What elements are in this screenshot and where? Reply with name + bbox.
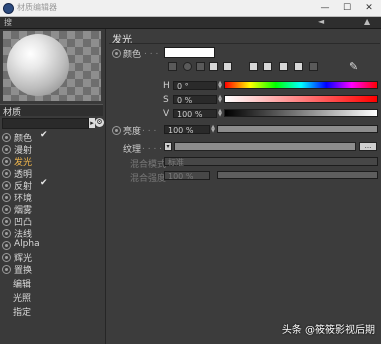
brightness-label-dots: . . . [142,124,157,134]
color-options-icon[interactable] [294,62,303,71]
saturation-stepper-icon[interactable]: ▲ ▼ [217,95,223,104]
color-rgb-icon[interactable] [209,62,218,71]
channel-transparency[interactable]: 透明 [2,167,102,180]
value-label: V [163,109,170,119]
color-label-dots: . . . [144,47,159,57]
channel-fog[interactable]: 烟雾 [2,203,102,216]
channel-displacement[interactable]: 置换 [2,263,102,276]
preview-sphere [7,34,69,96]
channel-enable-dot-icon[interactable] [2,229,11,238]
nav-back-icon[interactable]: ◄ [318,17,324,26]
material-preview[interactable] [3,31,101,101]
channel-enable-dot-icon[interactable] [2,181,11,190]
color-picture-icon[interactable] [196,62,205,71]
brightness-slider[interactable] [217,125,378,133]
window-title: 材质编辑器 [17,3,57,12]
blend-strength-slider[interactable] [217,171,378,179]
texture-slot[interactable] [174,142,356,151]
material-name-header: 材质 [0,104,103,118]
channel-enable-dot-icon[interactable] [2,145,11,154]
channel-environment[interactable]: 环境 [2,191,102,204]
section-divider [109,43,380,44]
channel-reflectance[interactable]: 反射 ✔ [2,178,102,192]
texture-browse-button[interactable]: ... [359,142,377,151]
channel-enable-dot-icon[interactable] [2,253,11,262]
eyedropper-icon[interactable]: ✎ [349,60,358,73]
saturation-input[interactable]: 0 % [173,95,217,105]
channel-checkmark-icon[interactable]: ✔ [40,130,48,140]
value-input[interactable]: 100 % [173,109,217,119]
channel-alpha[interactable]: Alpha [2,239,102,251]
hue-stepper-icon[interactable]: ▲ ▼ [217,81,223,90]
watermark: 头条 @筱筱影视后期 [281,325,375,336]
menu-bar: 搜 ◄ ▲ [0,17,381,29]
value-stepper-icon[interactable]: ▲ ▼ [217,109,223,118]
color-swatch[interactable] [164,47,215,58]
brightness-stepper-icon[interactable]: ▲ ▼ [210,125,216,134]
maximize-button[interactable]: ☐ [336,0,358,16]
blend-mode-label: 混合模式 [130,160,167,170]
channel-enable-dot-icon[interactable] [2,133,11,142]
color-wheel-icon[interactable] [168,62,177,71]
hue-slider[interactable] [224,81,378,89]
cinema4d-logo-icon [3,3,14,14]
blend-strength-label: 混合强度 [130,174,167,184]
value-slider[interactable] [224,109,378,117]
hue-input[interactable]: 0 ° [173,81,217,91]
color-spectrum-icon[interactable] [183,62,192,71]
channel-luminance[interactable]: 发光 [2,155,102,168]
channel-glow[interactable]: 辉光 [2,251,102,264]
channel-enable-dot-icon[interactable] [2,265,11,274]
saturation-slider[interactable] [224,95,378,103]
channel-panel: 材质 ▸ ⚙ 颜色 ✔ 漫射 发光 透明 反射 ✔ 环境 烟雾 凹凸 法线 Al… [0,29,105,344]
color-animate-dot-icon[interactable] [112,49,121,58]
brightness-input[interactable]: 100 % [164,125,210,135]
color-swatches-icon[interactable] [279,62,288,71]
channel-enable-dot-icon[interactable] [2,241,11,250]
color-mixer-icon[interactable] [263,62,272,71]
hue-label: H [163,81,170,91]
channel-bump[interactable]: 凹凸 [2,215,102,228]
saturation-label: S [163,95,169,105]
blend-strength-input[interactable]: 100 % [164,171,210,181]
color-hsv-icon[interactable] [223,62,232,71]
brightness-label: 亮度 [123,127,142,137]
nav-up-icon[interactable]: ▲ [364,17,370,26]
color-label: 颜色 [123,50,142,60]
channel-label: 置换 [14,266,33,276]
close-button[interactable]: ✕ [358,0,380,16]
channel-diffuse[interactable]: 漫射 [2,143,102,156]
channel-enable-dot-icon[interactable] [2,157,11,166]
channel-enable-dot-icon[interactable] [2,217,11,226]
material-editor-window: 材质编辑器 — ☐ ✕ 搜 ◄ ▲ 材质 ▸ ⚙ 颜色 ✔ 漫射 发光 透明 反… [0,0,381,344]
channel-enable-dot-icon[interactable] [2,169,11,178]
channel-normal[interactable]: 法线 [2,227,102,240]
channel-label: Alpha [14,239,40,249]
material-name-field[interactable] [2,118,89,129]
tab-assignment[interactable]: 指定 [13,305,31,318]
color-kelvin-icon[interactable] [249,62,258,71]
channel-color[interactable]: 颜色 ✔ [2,130,102,144]
tab-editor[interactable]: 编辑 [13,277,31,290]
blend-mode-select[interactable]: 标准 [164,157,378,167]
channel-enable-dot-icon[interactable] [2,193,11,202]
channel-checkmark-icon[interactable]: ✔ [40,178,48,188]
name-field-settings-icon[interactable]: ⚙ [95,118,104,127]
menu-search[interactable]: 搜 [4,17,12,28]
minimize-button[interactable]: — [314,0,336,16]
color-hex-icon[interactable] [309,62,318,71]
tab-illumination[interactable]: 光照 [13,291,31,304]
title-bar: 材质编辑器 — ☐ ✕ [0,0,381,17]
channel-enable-dot-icon[interactable] [2,205,11,214]
texture-label: 纹理 [123,145,142,155]
brightness-animate-dot-icon[interactable] [112,126,121,135]
material-name-label: 材质 [3,108,22,118]
texture-dropdown-arrow-icon[interactable]: ▾ [164,142,172,151]
luminance-settings-panel: 发光 颜色 . . . ✎ H 0 ° ▲ ▼ S 0 % ▲ ▼ V 100 % … [106,29,381,344]
